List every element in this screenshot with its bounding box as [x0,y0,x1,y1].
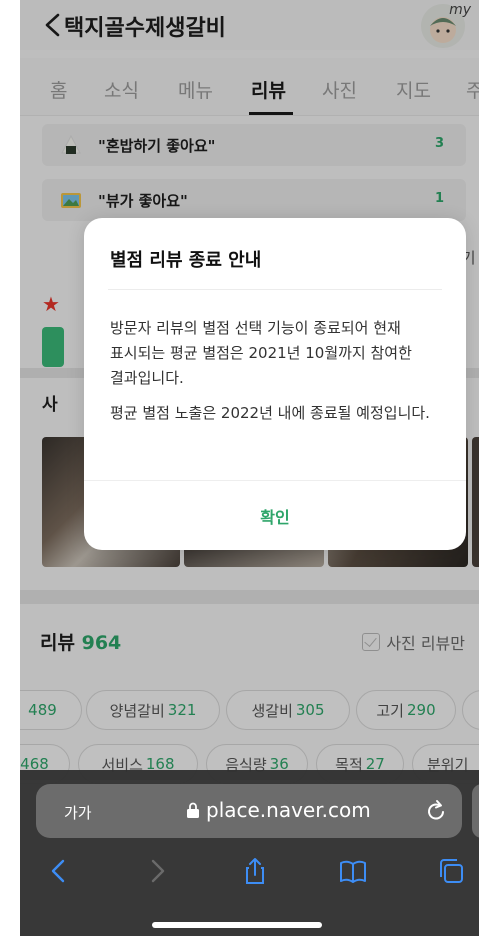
notice-dialog: 별점 리뷰 종료 안내 방문자 리뷰의 별점 선택 기능이 종료되어 현재 표시… [84,218,466,550]
forward-nav-icon[interactable] [142,856,172,886]
reload-icon[interactable] [424,798,448,824]
dialog-paragraph: 방문자 리뷰의 별점 선택 기능이 종료되어 현재 표시되는 평균 별점은 20… [110,319,412,387]
lock-icon [187,802,199,818]
dialog-paragraph: 평균 별점 노출은 2022년 내에 종료될 예정입니다. [110,404,430,422]
tabs-icon[interactable] [436,856,466,886]
dialog-body: 방문자 리뷰의 별점 선택 기능이 종료되어 현재 표시되는 평균 별점은 20… [110,316,444,426]
browser-toolbar: 가가 place.naver.com [20,770,479,936]
app-screen: 택지골수제생갈비 my 홈 소식 메뉴 리뷰 사진 지도 주 "혼밥하기 좋아요… [20,0,479,936]
url-text: place.naver.com [206,798,371,822]
home-indicator [152,922,322,928]
next-tab-peek[interactable] [472,784,479,838]
bookmarks-icon[interactable] [338,856,368,886]
dialog-title-separator [108,289,442,290]
confirm-button[interactable]: 확인 [84,481,466,550]
back-nav-icon[interactable] [44,856,74,886]
address-bar[interactable]: 가가 place.naver.com [36,784,462,838]
dialog-title: 별점 리뷰 종료 안내 [110,250,262,271]
share-icon[interactable] [240,856,270,886]
text-size-button[interactable]: 가가 [64,802,92,823]
